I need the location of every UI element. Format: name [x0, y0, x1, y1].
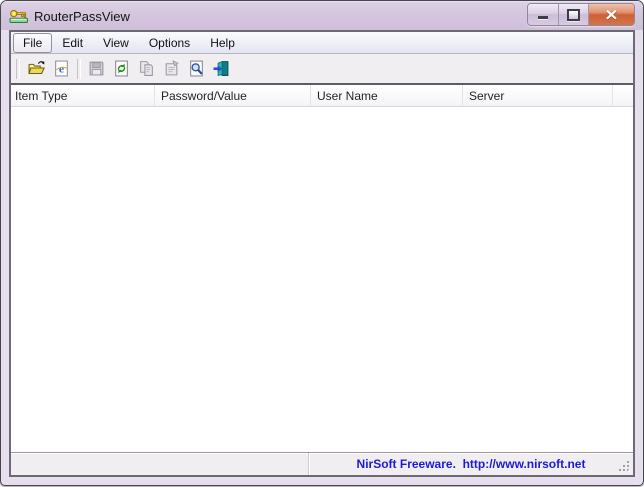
password-list: Item Type Password/Value User Name Serve…	[11, 83, 633, 452]
window-title: RouterPassView	[34, 8, 130, 24]
toolbar-separator	[77, 58, 81, 79]
maximize-icon	[567, 8, 580, 21]
toolbar-gripper	[16, 58, 20, 79]
statusbar-message: NirSoft Freeware. http://www.nirsoft.net	[356, 456, 586, 471]
column-header-server[interactable]: Server	[463, 85, 613, 106]
column-header-item-type[interactable]: Item Type	[11, 85, 155, 106]
minimize-button[interactable]	[528, 4, 559, 25]
minimize-icon	[538, 16, 548, 19]
close-button[interactable]	[589, 4, 634, 25]
column-header-filler	[613, 85, 633, 106]
statusbar-left-pane	[11, 453, 309, 475]
copy-button[interactable]	[134, 56, 159, 81]
toolbar: e	[11, 54, 633, 83]
column-header-password-value[interactable]: Password/Value	[155, 85, 311, 106]
properties-button[interactable]	[159, 56, 184, 81]
app-window: RouterPassView File Edit View Options He…	[0, 0, 644, 486]
statusbar: NirSoft Freeware. http://www.nirsoft.net	[11, 452, 633, 475]
close-icon	[606, 9, 617, 20]
list-header: Item Type Password/Value User Name Serve…	[11, 85, 633, 107]
save-button[interactable]	[84, 56, 109, 81]
exit-button[interactable]	[209, 56, 234, 81]
menubar: File Edit View Options Help	[11, 32, 633, 54]
titlebar[interactable]: RouterPassView	[1, 1, 643, 30]
resize-grip-icon	[619, 461, 630, 472]
menu-help[interactable]: Help	[200, 33, 245, 53]
resize-grip[interactable]	[618, 460, 631, 473]
internet-explorer-icon: e	[55, 60, 68, 77]
open-file-button[interactable]	[24, 56, 49, 81]
client-area: File Edit View Options Help e Item Type …	[9, 30, 635, 477]
svg-text:e: e	[59, 62, 64, 75]
refresh-button[interactable]	[109, 56, 134, 81]
copy-icon	[140, 61, 153, 76]
find-button[interactable]	[184, 56, 209, 81]
menu-options[interactable]: Options	[139, 33, 200, 53]
save-floppy-icon	[89, 61, 104, 76]
app-icon	[9, 8, 29, 24]
find-icon	[190, 60, 203, 77]
maximize-button[interactable]	[559, 4, 589, 25]
refresh-icon	[115, 60, 128, 77]
column-header-user-name[interactable]: User Name	[311, 85, 463, 106]
menu-view[interactable]: View	[93, 33, 139, 53]
menu-edit[interactable]: Edit	[52, 33, 93, 53]
window-controls	[527, 3, 635, 26]
list-body[interactable]	[11, 107, 633, 452]
menu-file[interactable]: File	[13, 32, 53, 53]
properties-icon	[165, 60, 179, 76]
ie-grab-button[interactable]: e	[49, 56, 74, 81]
open-folder-icon	[28, 61, 45, 75]
exit-door-icon	[213, 60, 229, 77]
